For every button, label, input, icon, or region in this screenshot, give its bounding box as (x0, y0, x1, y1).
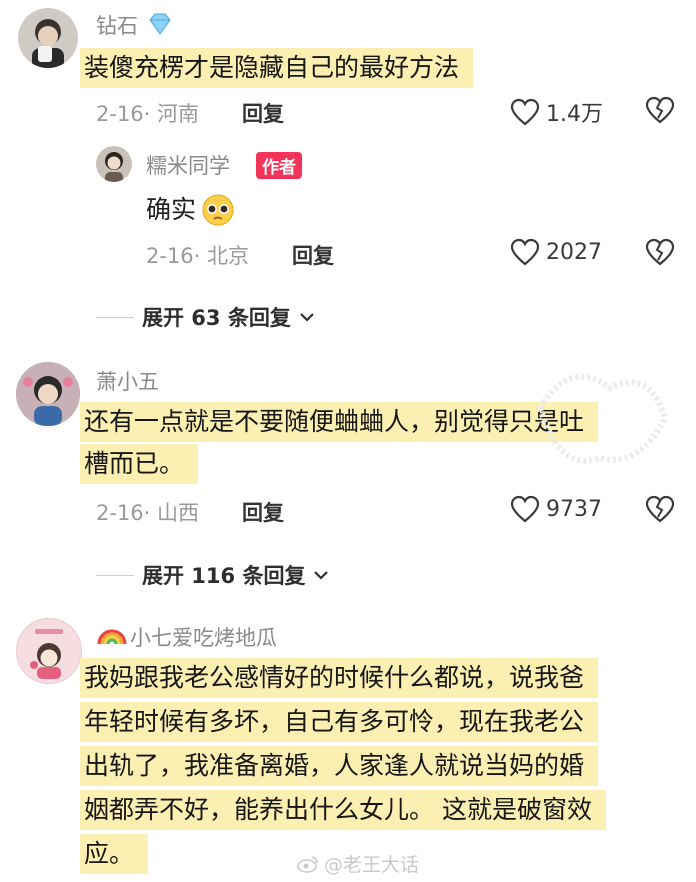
date-location: 2-16· 河南 (96, 102, 200, 126)
broken-heart-icon[interactable] (645, 495, 675, 523)
broken-heart-icon[interactable] (645, 96, 675, 124)
comment-text-line: 应。 (80, 834, 149, 874)
avatar-photo-icon (32, 19, 64, 68)
reply-reply-button[interactable]: 回复 (292, 240, 334, 270)
rainbow-icon (97, 629, 127, 645)
comment-text-line: 装傻充楞才是隐藏自己的最好方法 (80, 48, 474, 88)
username[interactable]: 萧小五 (96, 366, 159, 396)
date-location: 2-16· 山西 (96, 501, 200, 525)
diamond-icon (149, 13, 171, 35)
expand-replies-button[interactable]: 展开 116 条回复 (96, 560, 329, 590)
watermark: @老王大话 (296, 850, 419, 877)
divider (96, 316, 134, 318)
reply-button[interactable]: 回复 (242, 98, 284, 128)
avatar[interactable] (18, 8, 78, 68)
watermark-text: @老王大话 (324, 854, 420, 876)
reply-username[interactable]: 糯米同学 (146, 150, 230, 180)
avatar[interactable] (16, 362, 80, 426)
broken-heart-icon[interactable] (645, 238, 675, 266)
like-count: 9737 (546, 496, 602, 522)
reply-date-location: 2-16· 北京 (146, 244, 250, 268)
divider (96, 574, 134, 576)
pleading-face-emoji-icon (202, 194, 234, 226)
avatar-cartoon-icon (30, 629, 63, 679)
weibo-logo-icon (297, 855, 318, 873)
comment-3: 小七爱吃烤地瓜 我妈跟我老公感情好的时候什么都说，说我爸 年轻时候有多坏，自己有… (0, 612, 696, 882)
comment-text-line: 我妈跟我老公感情好的时候什么都说，说我爸 (80, 658, 599, 698)
chevron-down-icon (314, 571, 329, 580)
heart-icon (510, 98, 540, 126)
comment-text-line: 槽而已。 (80, 444, 199, 484)
comment-text-line: 年轻时候有多坏，自己有多可怜，现在我老公 (80, 702, 599, 742)
author-badge: 作者 (256, 152, 302, 179)
username[interactable]: 小七爱吃烤地瓜 (130, 622, 277, 652)
avatar-cartoon-icon (16, 362, 80, 426)
reply-button[interactable]: 回复 (242, 497, 284, 527)
comment-1: 钻石 装傻充楞才是隐藏自己的最好方法 2-16· 河南 回复 1.4万 糯米同学… (0, 0, 696, 330)
reply-text-line: 确实 (146, 195, 197, 224)
comment-text-line: 出轨了，我准备离婚，人家逢人就说当妈的婚 (80, 746, 599, 786)
reply-like-button[interactable]: 2027 (510, 238, 602, 266)
like-count: 2027 (546, 239, 602, 265)
expand-replies-button[interactable]: 展开 63 条回复 (96, 302, 315, 332)
expand-label: 展开 63 条回复 (142, 306, 291, 330)
heart-icon (510, 238, 540, 266)
like-button[interactable]: 1.4万 (510, 96, 603, 128)
expand-label: 展开 116 条回复 (142, 564, 306, 588)
reply-text: 确实 (146, 190, 236, 230)
decorative-doodle-icon (536, 373, 669, 464)
avatar-photo-icon (105, 152, 123, 182)
avatar[interactable] (16, 618, 82, 684)
username[interactable]: 钻石 (96, 10, 138, 40)
chevron-down-icon (300, 313, 314, 322)
like-button[interactable]: 9737 (510, 495, 602, 523)
heart-icon (510, 495, 540, 523)
comment-text-line: 还有一点就是不要随便蛐蛐人，别觉得只是吐 (80, 402, 599, 442)
comment-text-line: 姻都弄不好，能养出什么女儿。 这就是破窗效 (80, 790, 606, 830)
reply-avatar[interactable] (96, 146, 132, 182)
like-count: 1.4万 (546, 102, 603, 127)
